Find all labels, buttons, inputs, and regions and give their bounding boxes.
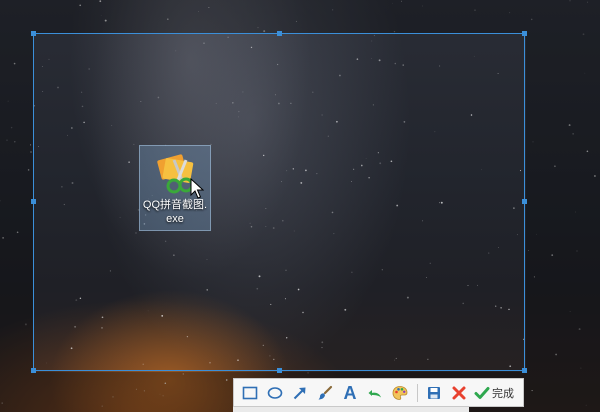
- toolbar-shadow-strip: [233, 407, 469, 412]
- screenshot-toolbar: A 完成: [233, 378, 524, 407]
- ellipse-icon: [267, 386, 283, 399]
- dim-overlay-top: [0, 0, 600, 33]
- resize-handle-right[interactable]: [522, 199, 527, 204]
- cancel-icon: [452, 386, 466, 399]
- color-palette-button[interactable]: [389, 382, 411, 404]
- ellipse-tool-button[interactable]: [264, 382, 286, 404]
- done-check-icon: [474, 386, 490, 399]
- toolbar-separator: [417, 383, 418, 402]
- resize-handle-bottom-left[interactable]: [31, 368, 36, 373]
- arrow-tool-button[interactable]: [289, 382, 311, 404]
- dim-overlay-left: [0, 33, 33, 372]
- text-icon: A: [343, 382, 357, 403]
- brush-icon: [318, 385, 333, 399]
- resize-handle-bottom[interactable]: [277, 368, 282, 373]
- resize-handle-top[interactable]: [277, 31, 282, 36]
- text-tool-button[interactable]: A: [339, 382, 361, 404]
- done-label: 完成: [492, 386, 514, 400]
- palette-icon: [392, 385, 408, 400]
- save-button[interactable]: [423, 382, 445, 404]
- save-icon: [428, 386, 440, 399]
- brush-tool-button[interactable]: [314, 382, 336, 404]
- resize-handle-top-right[interactable]: [522, 31, 527, 36]
- desktop-background: QQ拼音截图. exe A 完成: [0, 0, 600, 412]
- resize-handle-left[interactable]: [31, 199, 36, 204]
- capture-selection-area[interactable]: [33, 33, 525, 371]
- rectangle-tool-button[interactable]: [239, 382, 261, 404]
- cancel-button[interactable]: [448, 382, 470, 404]
- undo-button[interactable]: [364, 382, 386, 404]
- undo-icon: [368, 389, 381, 397]
- done-button[interactable]: 完成: [474, 382, 514, 404]
- rectangle-icon: [242, 386, 258, 399]
- arrow-icon: [293, 387, 306, 399]
- resize-handle-bottom-right[interactable]: [522, 368, 527, 373]
- resize-handle-top-left[interactable]: [31, 31, 36, 36]
- dim-overlay-right: [526, 33, 600, 372]
